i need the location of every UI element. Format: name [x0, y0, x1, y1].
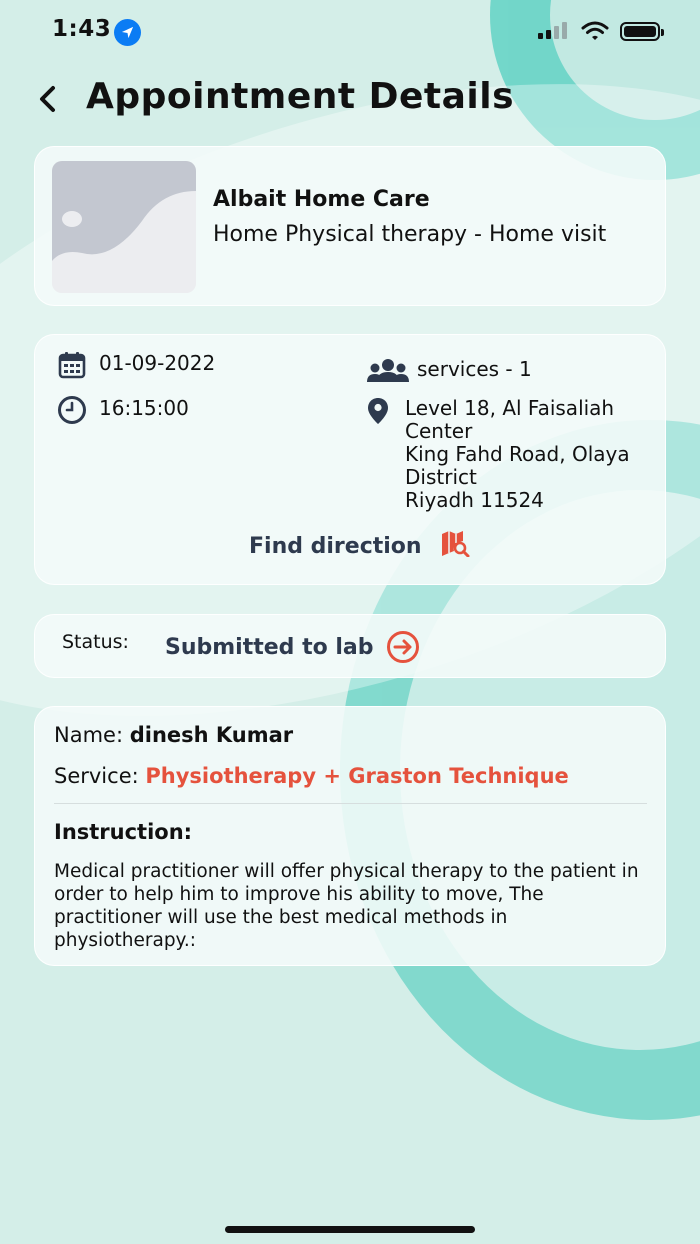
- address-line: District: [405, 465, 477, 489]
- address-line: Riyadh 11524: [405, 488, 544, 512]
- services-count: services - 1: [417, 357, 532, 381]
- arrow-circle-right-icon[interactable]: [386, 630, 420, 664]
- time-row: 16:15:00: [55, 396, 189, 424]
- home-indicator[interactable]: [225, 1226, 475, 1233]
- service-label: Service:: [54, 764, 139, 788]
- appointment-details-card: 01-09-2022 16:15:00 services - 1 Level 1…: [34, 334, 666, 585]
- address-line: Center: [405, 419, 473, 443]
- clock-icon: [55, 396, 89, 424]
- appointment-time: 16:15:00: [99, 396, 189, 420]
- divider: [54, 803, 647, 804]
- battery-icon: [620, 22, 664, 41]
- address-row: Level 18, Al Faisaliah Center King Fahd …: [361, 397, 630, 512]
- service-type: Home Physical therapy - Home visit: [213, 222, 607, 247]
- status-label: Status:: [62, 631, 129, 653]
- service-row: Service: Physiotherapy + Graston Techniq…: [54, 764, 569, 788]
- provider-image-placeholder: [52, 161, 196, 293]
- provider-name: Albait Home Care: [213, 187, 430, 212]
- name-label: Name:: [54, 723, 124, 747]
- address-line: Level 18, Al Faisaliah: [405, 396, 615, 420]
- users-icon: [367, 357, 409, 385]
- calendar-icon: [55, 351, 89, 379]
- back-chevron-icon[interactable]: [34, 84, 64, 114]
- services-row: services - 1: [367, 357, 532, 385]
- patient-name: dinesh Kumar: [129, 723, 294, 747]
- status-card[interactable]: Status: Submitted to lab: [34, 614, 666, 678]
- status-text: Submitted to lab: [165, 634, 374, 660]
- page-header: Appointment Details: [0, 74, 700, 124]
- status-time: 1:43: [52, 16, 112, 42]
- patient-info-card: Name: dinesh Kumar Service: Physiotherap…: [34, 706, 666, 966]
- status-value: Submitted to lab: [165, 630, 420, 664]
- map-pin-icon: [361, 397, 395, 425]
- instruction-title: Instruction:: [54, 820, 193, 844]
- provider-card[interactable]: Albait Home Care Home Physical therapy -…: [34, 146, 666, 306]
- appointment-date: 01-09-2022: [99, 351, 216, 375]
- address-line: King Fahd Road, Olaya: [405, 442, 630, 466]
- address-block: Level 18, Al Faisaliah Center King Fahd …: [405, 397, 630, 512]
- service-name: Physiotherapy + Graston Technique: [145, 764, 569, 788]
- cellular-signal-icon: [538, 21, 567, 39]
- instruction-text: Medical practitioner will offer physical…: [54, 861, 639, 951]
- location-arrow-icon: [114, 19, 141, 46]
- patient-name-row: Name: dinesh Kumar: [54, 723, 293, 747]
- wifi-icon: [581, 21, 609, 40]
- date-row: 01-09-2022: [55, 351, 215, 379]
- map-search-icon: [440, 529, 470, 563]
- find-direction-label: Find direction: [249, 533, 422, 559]
- find-direction-button[interactable]: Find direction: [249, 529, 470, 563]
- page-title: Appointment Details: [86, 76, 515, 117]
- status-bar: 1:43: [0, 0, 700, 64]
